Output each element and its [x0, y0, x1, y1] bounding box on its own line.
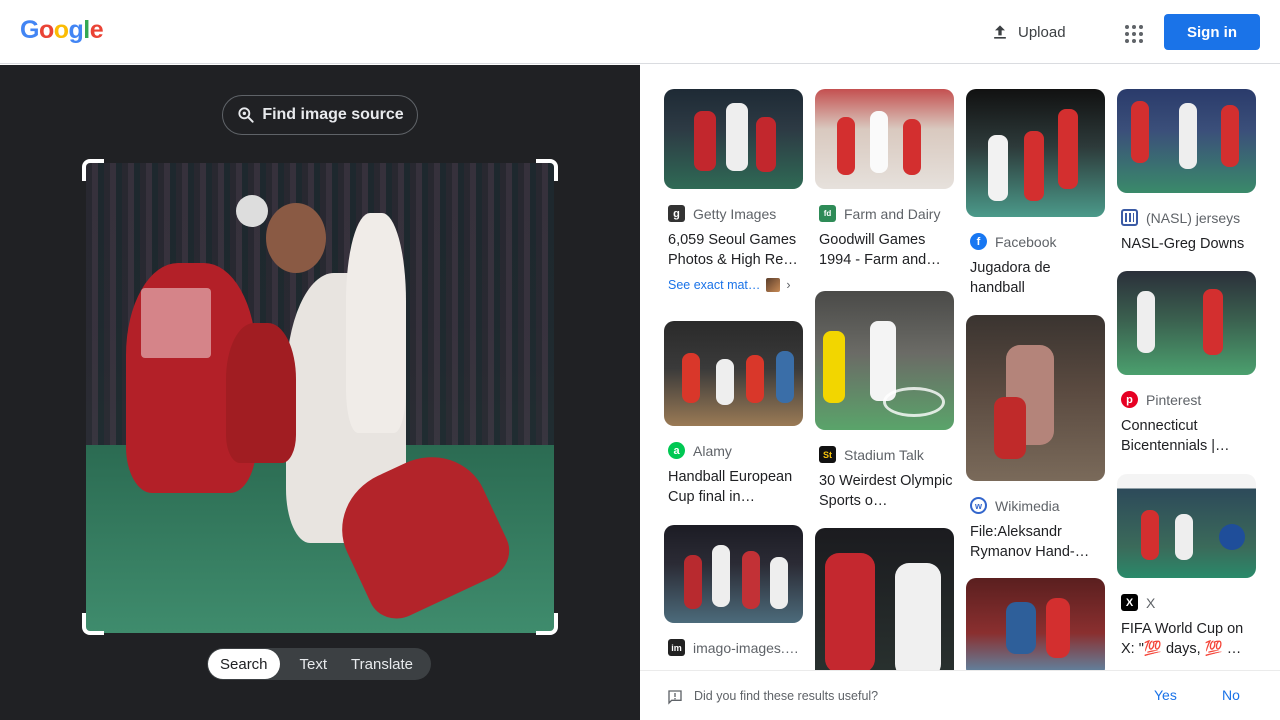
logo-letter: o [38, 16, 54, 44]
query-image[interactable] [86, 163, 554, 633]
feedback-no-button[interactable]: No [1222, 687, 1240, 703]
result-source: (NASL) jerseys [1146, 209, 1241, 226]
x-favicon-icon: X [1121, 594, 1138, 611]
result-thumbnail[interactable] [664, 89, 803, 189]
result-title[interactable]: Handball European Cup final in… [664, 467, 803, 507]
google-logo[interactable]: Google [20, 16, 104, 45]
result-thumbnail[interactable] [664, 525, 803, 623]
alamy-favicon-icon: a [668, 442, 685, 459]
mode-switcher: Search Text Translate [207, 648, 431, 680]
result-source: Facebook [995, 233, 1057, 250]
apps-grid-icon[interactable] [1118, 18, 1146, 46]
exact-match-thumbnail-icon [766, 278, 781, 292]
result-card[interactable]: XX FIFA World Cup on X: "💯 days, 💯 … [1117, 474, 1256, 659]
result-card[interactable]: a Alamy Handball European Cup final in… [664, 321, 803, 507]
result-thumbnail[interactable] [1117, 474, 1256, 578]
mode-text-tab[interactable]: Text [280, 649, 342, 679]
result-card[interactable]: p Pinterest Connecticut Bicentennials |… [1117, 271, 1256, 456]
visual-matches-grid: g Getty Images 6,059 Seoul Games Photos &… [640, 65, 1280, 670]
wikimedia-favicon-icon: w [970, 497, 987, 514]
crop-handle-bottom-left[interactable] [82, 613, 104, 635]
logo-letter: G [20, 16, 39, 44]
result-source: Farm and Dairy [844, 205, 941, 222]
result-title[interactable]: Connecticut Bicentennials |… [1117, 416, 1256, 456]
feedback-bar: Did you find these results useful? Yes N… [640, 670, 1280, 720]
result-source: Getty Images [693, 205, 777, 222]
upload-icon [994, 25, 1006, 39]
getty-favicon-icon: g [668, 205, 685, 222]
result-card[interactable]: fd Farm and Dairy Goodwill Games 1994 - F… [815, 89, 954, 270]
result-title[interactable]: 6,059 Seoul Games Photos & High Re… [664, 230, 803, 270]
result-card[interactable]: g Getty Images 6,059 Seoul Games Photos &… [664, 89, 803, 292]
upload-button[interactable]: Upload [990, 18, 1066, 46]
result-title[interactable]: Jugadora de handball [966, 258, 1105, 298]
result-source: Pinterest [1146, 391, 1202, 408]
result-thumbnail[interactable] [966, 578, 1105, 670]
result-title[interactable]: Goodwill Games 1994 - Farm and… [815, 230, 954, 270]
farm-and-dairy-favicon-icon: fd [819, 205, 836, 222]
stadium-talk-favicon-icon: St [819, 446, 836, 463]
result-card[interactable]: f Facebook Jugadora de handball [966, 89, 1105, 298]
result-card[interactable]: im imago-images.… [664, 525, 803, 656]
logo-letter: g [68, 16, 84, 44]
upload-label: Upload [1018, 23, 1066, 41]
result-source: Wikimedia [995, 497, 1060, 514]
feedback-yes-button[interactable]: Yes [1154, 687, 1177, 703]
crop-handle-top-left[interactable] [82, 159, 104, 181]
find-image-source-label: Find image source [262, 106, 404, 123]
facebook-favicon-icon: f [970, 233, 987, 250]
result-source: imago-images.… [693, 639, 799, 656]
result-thumbnail[interactable] [815, 528, 954, 670]
find-image-source-button[interactable]: Find image source [222, 95, 418, 135]
result-thumbnail[interactable] [966, 89, 1105, 217]
result-card[interactable]: St Stadium Talk 30 Weirdest Olympic Sport… [815, 291, 954, 511]
exact-match-label: See exact mat… [668, 278, 761, 292]
top-bar: Google Upload Sign in [0, 0, 1280, 64]
result-card[interactable] [815, 528, 954, 670]
logo-letter: o [53, 16, 69, 44]
result-source: Stadium Talk [844, 446, 924, 463]
lens-search-icon [238, 107, 254, 123]
feedback-icon [668, 690, 682, 705]
result-thumbnail[interactable] [966, 315, 1105, 481]
result-thumbnail[interactable] [815, 291, 954, 430]
crop-handle-top-right[interactable] [536, 159, 558, 181]
result-thumbnail[interactable] [1117, 89, 1256, 193]
feedback-question: Did you find these results useful? [694, 689, 879, 703]
result-card[interactable]: w Wikimedia File:Aleksandr Rymanov Hand-… [966, 315, 1105, 562]
result-title[interactable]: 30 Weirdest Olympic Sports o… [815, 471, 954, 511]
chevron-right-icon: › [786, 278, 791, 292]
result-card[interactable]: (NASL) jerseys NASL-Greg Downs [1117, 89, 1256, 254]
see-exact-matches-link[interactable]: See exact mat… › [664, 278, 803, 292]
result-title[interactable]: NASL-Greg Downs [1117, 234, 1256, 254]
result-thumbnail[interactable] [1117, 271, 1256, 375]
nasl-jerseys-favicon-icon [1121, 209, 1138, 226]
imago-favicon-icon: im [668, 639, 685, 656]
image-preview-panel: Find image source Search Text Translate [0, 65, 640, 720]
logo-letter: e [89, 16, 104, 44]
pinterest-favicon-icon: p [1121, 391, 1138, 408]
result-title[interactable]: FIFA World Cup on X: "💯 days, 💯 … [1117, 619, 1256, 659]
result-source: X [1146, 594, 1156, 611]
result-title[interactable]: File:Aleksandr Rymanov Hand-… [966, 522, 1105, 562]
result-thumbnail[interactable] [664, 321, 803, 426]
mode-search-tab[interactable]: Search [208, 649, 280, 679]
crop-handle-bottom-right[interactable] [536, 613, 558, 635]
result-thumbnail[interactable] [815, 89, 954, 189]
sign-in-button[interactable]: Sign in [1164, 14, 1260, 50]
result-source: Alamy [693, 442, 732, 459]
result-card[interactable] [966, 578, 1105, 670]
mode-translate-tab[interactable]: Translate [341, 649, 423, 679]
